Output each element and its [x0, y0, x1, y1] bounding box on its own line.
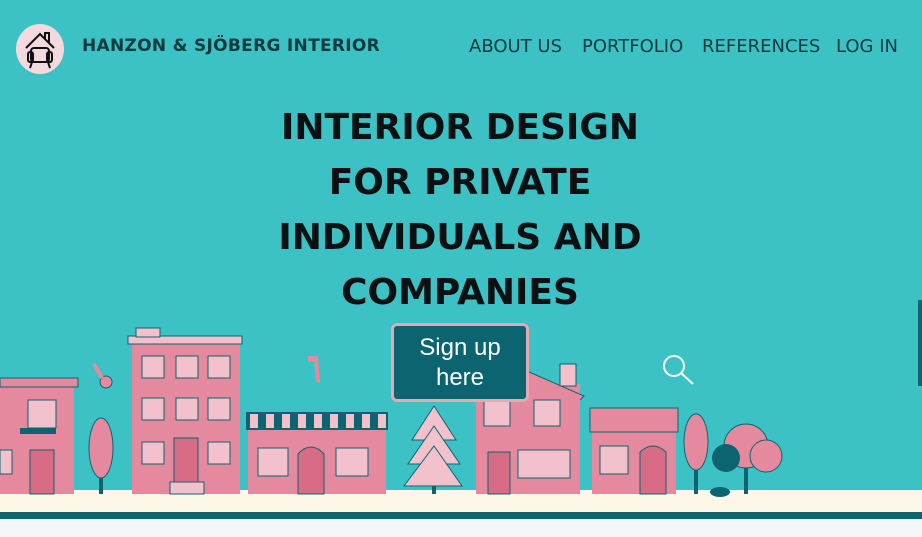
- building-tall: [127, 327, 243, 495]
- tree-right: [683, 413, 783, 497]
- site-header: HANZON & SJÖBERG INTERIOR ABOUT US PORTF…: [0, 0, 922, 96]
- magnifier-icon: [663, 355, 694, 385]
- main-nav: ABOUT US PORTFOLIO REFERENCES LOG IN: [0, 36, 922, 60]
- nav-item-log-in[interactable]: LOG IN: [836, 36, 898, 57]
- pine-tree: [403, 405, 463, 494]
- hammer-icon: [308, 356, 320, 383]
- hero-line: INDIVIDUALS AND: [278, 217, 642, 258]
- tree: [88, 417, 114, 494]
- nav-item-references[interactable]: REFERENCES: [702, 36, 820, 57]
- house-left: [0, 377, 79, 495]
- sign-up-button[interactable]: Sign up here: [391, 323, 529, 402]
- house-right: [589, 407, 679, 495]
- nav-item-portfolio[interactable]: PORTFOLIO: [582, 36, 683, 57]
- footer-strip: [0, 519, 922, 537]
- nav-item-about-us[interactable]: ABOUT US: [469, 36, 562, 57]
- hero-heading: INTERIOR DESIGN FOR PRIVATE INDIVIDUALS …: [250, 100, 670, 320]
- hero-line: INTERIOR DESIGN: [280, 107, 640, 148]
- divider: [0, 512, 922, 519]
- hero-line: FOR PRIVATE: [328, 162, 592, 203]
- edge-strip: [918, 300, 922, 386]
- key-icon: [92, 363, 113, 389]
- shop: [246, 412, 388, 495]
